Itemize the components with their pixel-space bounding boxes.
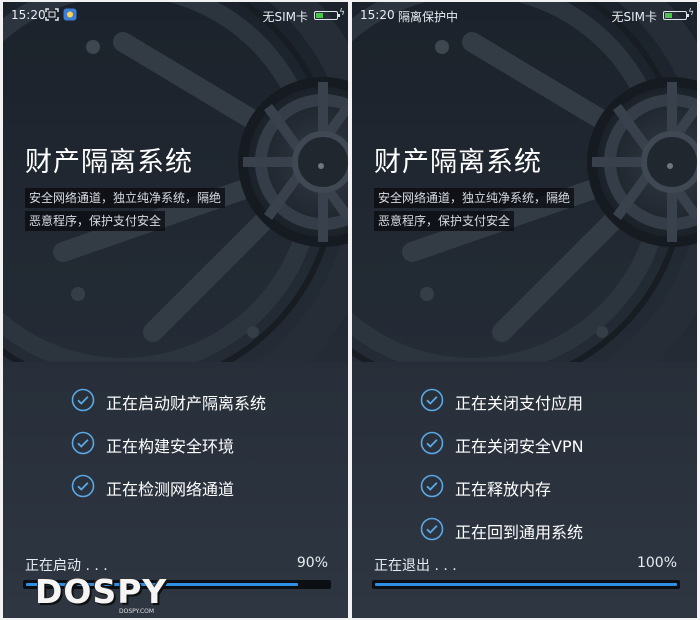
step-item: 正在启动财产隔离系统 — [71, 388, 341, 431]
progress-percent: 90% — [296, 555, 328, 571]
charging-icon: ϟ — [688, 8, 694, 18]
step-item: 正在回到通用系统 — [420, 517, 690, 560]
status-time: 15:20 — [360, 8, 395, 22]
phone-screen-starting: 15:20 无SIM卡 ϟ 财产隔离系统 安全网络通道，独立纯净系统，隔绝 恶意… — [3, 2, 348, 618]
screenshot-icon — [45, 8, 59, 21]
description-line: 恶意程序，保护支付安全 — [25, 211, 166, 231]
steps-list: 正在启动财产隔离系统 正在构建安全环境 正在检测网络通道 — [71, 388, 341, 517]
step-label: 正在关闭支付应用 — [455, 394, 584, 413]
check-circle-icon — [420, 388, 444, 412]
description: 安全网络通道，独立纯净系统，隔绝 恶意程序，保护支付安全 — [374, 188, 575, 234]
description-line: 恶意程序，保护支付安全 — [374, 211, 515, 231]
progress-label: 正在退出 . . . — [374, 558, 457, 574]
step-label: 正在检测网络通道 — [106, 480, 235, 499]
progress-fill — [375, 583, 677, 586]
page-title: 财产隔离系统 — [25, 147, 193, 178]
vault-door-illustration — [3, 2, 348, 362]
status-bar: 15:20 隔离保护中 无SIM卡 ϟ — [352, 2, 697, 28]
status-time: 15:20 — [11, 8, 46, 22]
check-circle-icon — [420, 517, 444, 541]
progress-bar — [372, 580, 680, 589]
page-title: 财产隔离系统 — [374, 147, 542, 178]
step-label: 正在启动财产隔离系统 — [106, 394, 267, 413]
app-notification-icon — [63, 8, 77, 21]
step-label: 正在释放内存 — [455, 480, 552, 499]
status-bar: 15:20 无SIM卡 ϟ — [3, 2, 348, 28]
vault-door-illustration — [352, 2, 697, 362]
watermark-subtext: DOSPY.COM — [119, 608, 155, 615]
watermark-logo: DOSPY DOSPY.COM — [27, 568, 166, 618]
step-item: 正在关闭安全VPN — [420, 431, 690, 474]
battery-icon — [314, 11, 340, 20]
check-circle-icon — [420, 474, 444, 498]
description-line: 安全网络通道，独立纯净系统，隔绝 — [25, 188, 226, 208]
phone-screen-exiting: 15:20 隔离保护中 无SIM卡 ϟ 财产隔离系统 安全网络通道，独立纯净系统… — [352, 2, 697, 618]
watermark-text: DOSPY — [35, 572, 168, 611]
sim-status: 无SIM卡 — [611, 10, 657, 24]
description-line: 安全网络通道，独立纯净系统，隔绝 — [374, 188, 575, 208]
battery-icon — [663, 11, 689, 20]
step-item: 正在关闭支付应用 — [420, 388, 690, 431]
step-item: 正在检测网络通道 — [71, 474, 341, 517]
check-circle-icon — [71, 431, 95, 455]
step-label: 正在回到通用系统 — [455, 523, 584, 542]
check-circle-icon — [420, 431, 444, 455]
charging-icon: ϟ — [339, 8, 345, 18]
step-label: 正在构建安全环境 — [106, 437, 235, 456]
steps-list: 正在关闭支付应用 正在关闭安全VPN 正在释放内存 正在回到通用系统 — [420, 388, 690, 560]
sim-status: 无SIM卡 — [262, 10, 308, 24]
check-circle-icon — [71, 474, 95, 498]
step-label: 正在关闭安全VPN — [455, 437, 584, 456]
description: 安全网络通道，独立纯净系统，隔绝 恶意程序，保护支付安全 — [25, 188, 226, 234]
check-circle-icon — [71, 388, 95, 412]
progress-percent: 100% — [636, 555, 677, 571]
step-item: 正在释放内存 — [420, 474, 690, 517]
step-item: 正在构建安全环境 — [71, 431, 341, 474]
status-isolation-text: 隔离保护中 — [398, 10, 459, 24]
